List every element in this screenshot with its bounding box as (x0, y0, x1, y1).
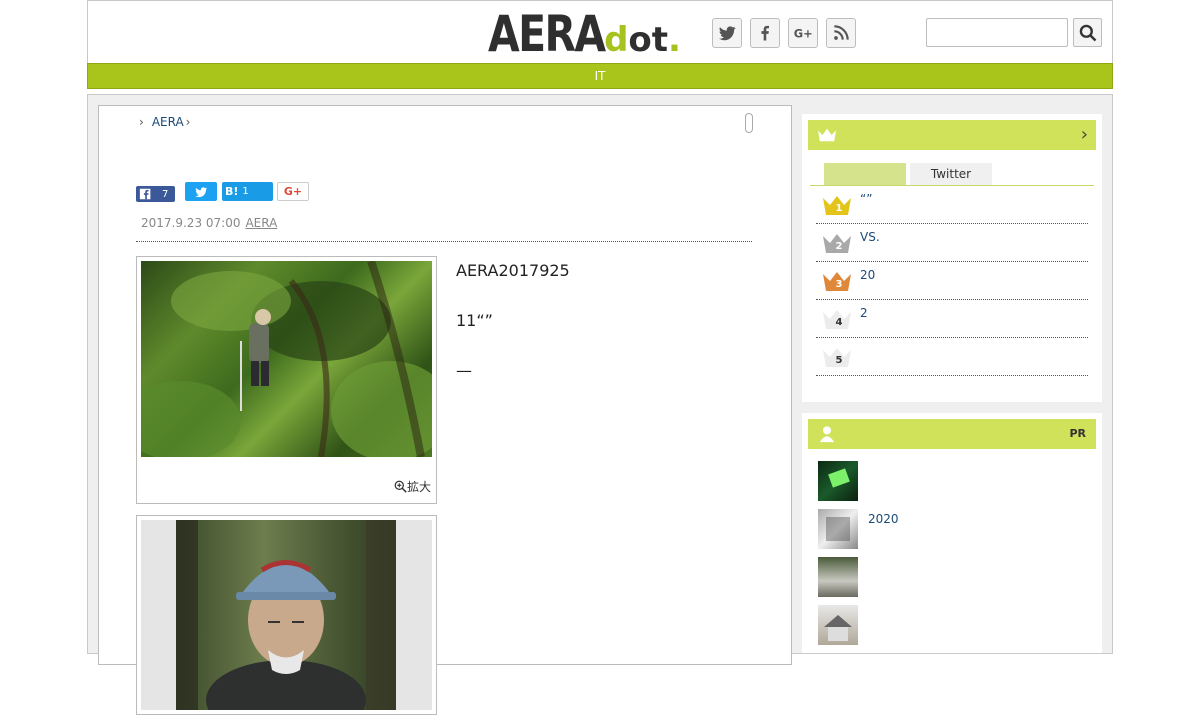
breadcrumb-item-aera[interactable]: AERA (152, 115, 184, 129)
facebook-icon (139, 188, 151, 200)
search-input[interactable] (926, 18, 1068, 47)
article-figure: 拡大 (136, 256, 437, 504)
pr-item-text[interactable]: 2020 (868, 512, 899, 526)
twitter-icon (195, 186, 208, 197)
tweet-button[interactable] (185, 182, 217, 201)
logo-dot: dot. (604, 20, 681, 60)
rss-icon[interactable] (826, 18, 856, 48)
ranking-item[interactable]: 4 2 (816, 300, 1088, 338)
site-header: AERA dot. G+ (87, 0, 1113, 63)
pr-thumbnail[interactable] (818, 461, 858, 501)
search-button[interactable] (1073, 18, 1102, 47)
google-plus-share-button[interactable]: G+ (277, 182, 309, 201)
pr-thumbnail[interactable] (818, 557, 858, 597)
hatena-bookmark-button[interactable]: B! 1 (222, 182, 273, 201)
article-figure (136, 515, 437, 715)
person-icon (819, 426, 835, 443)
ranking-widget: › Twitter 1 “” 2 VS. 3 20 4 2 5 (802, 114, 1102, 402)
portrait-photo[interactable] (176, 520, 396, 710)
article-body: AERA2017925 11“” — (456, 258, 756, 408)
ranking-item[interactable]: 3 20 (816, 262, 1088, 300)
logo-aera: AERA (488, 5, 606, 63)
forest-photo[interactable] (141, 261, 432, 457)
zoom-in-icon (394, 480, 407, 493)
article-meta: 2017.9.23 07:00 AERA (141, 216, 277, 230)
ranking-tabs: Twitter (824, 163, 992, 185)
ranking-item[interactable]: 1 “” (816, 186, 1088, 224)
category-nav-it[interactable]: IT (87, 63, 1113, 89)
twitter-icon[interactable] (712, 18, 742, 48)
chevron-right-icon: › (1080, 124, 1088, 145)
pr-widget: PR 2020 (802, 413, 1102, 653)
ranking-item[interactable]: 5 (816, 338, 1088, 376)
clip-icon[interactable] (745, 113, 753, 133)
chevron-right-icon: › (139, 115, 144, 129)
tab-access[interactable] (824, 163, 906, 185)
zoom-button[interactable]: 拡大 (394, 478, 431, 495)
google-plus-icon[interactable]: G+ (788, 18, 818, 48)
hatena-icon: B! (225, 185, 239, 198)
pr-thumbnail[interactable] (818, 605, 858, 645)
article-paragraph: 11“” (456, 311, 493, 330)
facebook-icon[interactable] (750, 18, 780, 48)
breadcrumb: › AERA › (139, 115, 190, 129)
ranking-header[interactable]: › (808, 120, 1096, 150)
article-date: 2017.9.23 07:00 (141, 216, 241, 230)
article-author-link[interactable]: AERA (245, 216, 277, 230)
svg-text:G+: G+ (794, 26, 813, 40)
site-logo[interactable]: AERA dot. (488, 7, 681, 59)
divider (136, 241, 752, 242)
crown-icon (818, 128, 836, 142)
article: › AERA › 7 B! 1 G+ 2017.9.23 07:00 AERA (98, 105, 792, 715)
search-icon (1079, 24, 1096, 41)
facebook-share-count: 7 (162, 188, 169, 200)
ranking-item[interactable]: 2 VS. (816, 224, 1088, 262)
facebook-share-button[interactable]: 7 (136, 186, 175, 202)
hatena-count: 1 (242, 186, 249, 197)
pr-header: PR (808, 419, 1096, 449)
tab-twitter[interactable]: Twitter (910, 163, 992, 185)
article-paragraph: AERA2017925 (456, 261, 570, 280)
chevron-right-icon: › (185, 115, 191, 129)
pr-thumbnail[interactable] (818, 509, 858, 549)
zoom-label: 拡大 (406, 480, 431, 494)
article-paragraph: — (456, 361, 472, 380)
pr-label: PR (1069, 427, 1086, 440)
